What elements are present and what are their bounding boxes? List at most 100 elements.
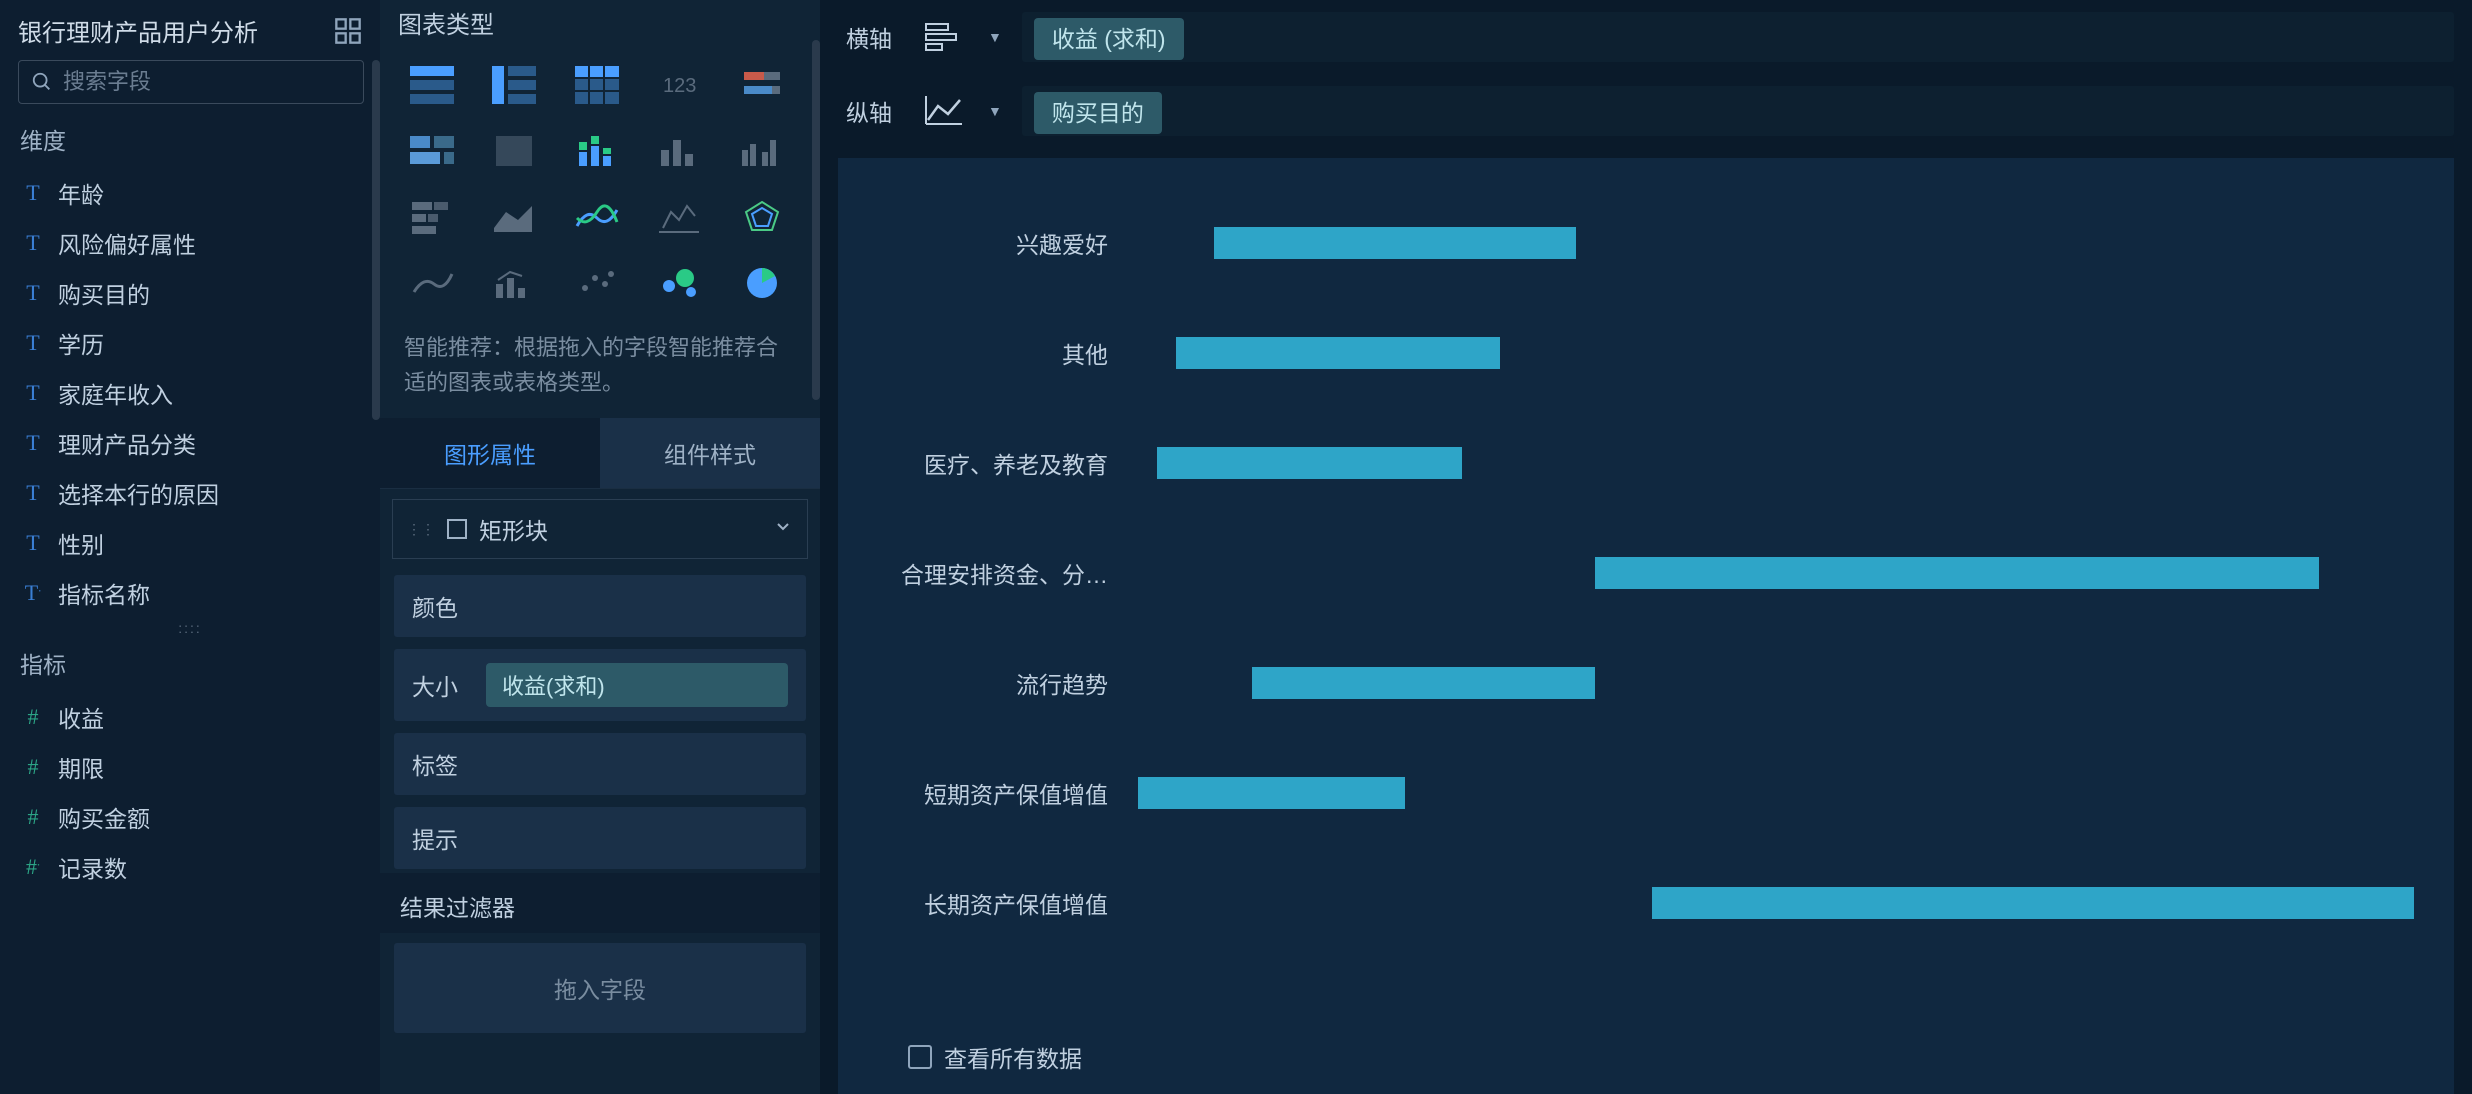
resize-handle[interactable]: :::: [0, 618, 380, 638]
bar[interactable] [1214, 227, 1576, 259]
dimension-item[interactable]: T学历 [10, 318, 370, 368]
metric-item[interactable]: #收益 [10, 692, 370, 742]
chart-hint-text: 智能推荐：根据拖入的字段智能推荐合适的图表或表格类型。 [380, 322, 820, 418]
x-axis-type-icon[interactable] [920, 17, 968, 57]
text-type-icon: T [22, 530, 44, 556]
metric-item[interactable]: #期限 [10, 742, 370, 792]
view-all-data-row[interactable]: 查看所有数据 [878, 1022, 2414, 1074]
bar[interactable] [1157, 447, 1462, 479]
x-axis-field-container[interactable]: 收益 (求和) [1022, 12, 2454, 62]
chart-type-area[interactable] [490, 196, 538, 238]
bar[interactable] [1252, 667, 1595, 699]
chart-type-kpi[interactable]: 123 [655, 64, 703, 106]
dimension-item[interactable]: T性别 [10, 518, 370, 568]
dimension-item[interactable]: T.指标名称 [10, 568, 370, 618]
search-input[interactable] [63, 69, 351, 95]
chart-type-table-cross[interactable] [490, 64, 538, 106]
sidebar-scrollbar[interactable] [372, 60, 380, 640]
chart-type-map[interactable] [490, 130, 538, 172]
chart-type-line[interactable] [408, 262, 456, 304]
y-axis-label: 纵轴 [838, 94, 900, 128]
size-field-pill[interactable]: 收益(求和) [486, 663, 788, 707]
bar-track [1138, 887, 2414, 919]
chart-type-bar-stacked[interactable] [408, 196, 456, 238]
text-type-icon: T [22, 430, 44, 456]
metric-item[interactable]: #购买金额 [10, 792, 370, 842]
bar-category-label: 医疗、养老及教育 [878, 446, 1138, 480]
number-type-icon: # [22, 804, 44, 830]
color-property-row[interactable]: 颜色 [394, 575, 806, 637]
dimension-item[interactable]: T选择本行的原因 [10, 468, 370, 518]
bar-track [1138, 227, 2414, 259]
drag-handle-icon[interactable]: ⋮⋮ [407, 521, 435, 538]
text-type-icon: T [22, 380, 44, 406]
dimension-item[interactable]: T理财产品分类 [10, 418, 370, 468]
chart-bar-row: 短期资产保值增值 [878, 738, 2414, 848]
chart-type-pie[interactable] [738, 262, 786, 304]
tooltip-property-row[interactable]: 提示 [394, 807, 806, 869]
bar-category-label: 短期资产保值增值 [878, 776, 1138, 810]
chart-type-radar[interactable] [738, 196, 786, 238]
bar-category-label: 其他 [878, 336, 1138, 370]
dimension-item[interactable]: T家庭年收入 [10, 368, 370, 418]
size-property-row[interactable]: 大小 收益(求和) [394, 649, 806, 721]
dimension-item[interactable]: T购买目的 [10, 268, 370, 318]
number-type-icon: # [22, 704, 44, 730]
bar-category-label: 长期资产保值增值 [878, 886, 1138, 920]
chart-type-waterfall[interactable] [655, 196, 703, 238]
metrics-list: #收益 #期限 #购买金额 #.记录数 [0, 692, 380, 892]
x-axis-label: 横轴 [838, 20, 900, 54]
chevron-down-icon[interactable]: ▼ [988, 103, 1002, 119]
bar-track [1138, 777, 2414, 809]
dimension-item[interactable]: T风险偏好属性 [10, 218, 370, 268]
dimensions-header: 维度 [0, 122, 380, 168]
shape-selector[interactable]: ⋮⋮ 矩形块 [392, 499, 808, 559]
chart-type-column[interactable] [655, 130, 703, 172]
tab-component-style[interactable]: 组件样式 [600, 418, 820, 488]
number-type-icon: # [22, 754, 44, 780]
chart-bar-row: 医疗、养老及教育 [878, 408, 2414, 518]
chart-type-scatter[interactable] [573, 262, 621, 304]
y-axis-field-pill[interactable]: 购买目的 [1034, 92, 1162, 134]
bar[interactable] [1138, 777, 1405, 809]
bar[interactable] [1595, 557, 2319, 589]
chart-type-combo[interactable] [490, 262, 538, 304]
chart-bar-row: 长期资产保值增值 [878, 848, 2414, 958]
config-tabs: 图形属性 组件样式 [380, 418, 820, 489]
view-all-checkbox[interactable] [908, 1045, 932, 1069]
search-field-box[interactable] [18, 60, 364, 104]
view-all-label: 查看所有数据 [944, 1040, 1082, 1074]
text-type-icon: T [22, 230, 44, 256]
chart-type-partition[interactable] [408, 130, 456, 172]
chart-type-column-group[interactable] [738, 130, 786, 172]
bar-track [1138, 447, 2414, 479]
fields-sidebar: 银行理财产品用户分析 + 维度 T年龄 T风险偏好属性 T购买目的 T学历 T家… [0, 0, 380, 1094]
chart-bar-row: 合理安排资金、分… [878, 518, 2414, 628]
filter-drop-zone[interactable]: 拖入字段 [394, 943, 806, 1033]
tab-graphic-properties[interactable]: 图形属性 [380, 418, 600, 488]
chart-type-line-multi[interactable] [573, 196, 621, 238]
label-property-row[interactable]: 标签 [394, 733, 806, 795]
bar[interactable] [1652, 887, 2414, 919]
x-axis-field-pill[interactable]: 收益 (求和) [1034, 18, 1184, 60]
y-axis-field-container[interactable]: 购买目的 [1022, 86, 2454, 136]
config-scrollbar[interactable] [812, 40, 820, 400]
search-icon [31, 71, 53, 93]
chevron-down-icon[interactable]: ▼ [988, 29, 1002, 45]
y-axis-type-icon[interactable] [920, 91, 968, 131]
metrics-header: 指标 [0, 646, 380, 692]
metric-item[interactable]: #.记录数 [10, 842, 370, 892]
chart-bar-row: 其他 [878, 298, 2414, 408]
chart-type-bubble[interactable] [655, 262, 703, 304]
chart-type-table-detail[interactable] [573, 64, 621, 106]
chevron-down-icon[interactable] [773, 516, 793, 542]
text-type-icon: T [22, 280, 44, 306]
chart-type-grid: 123 [380, 52, 820, 322]
chart-type-gauge[interactable] [738, 64, 786, 106]
chart-type-table-group[interactable] [408, 64, 456, 106]
chart-canvas: 兴趣爱好其他医疗、养老及教育合理安排资金、分…流行趋势短期资产保值增值长期资产保… [838, 158, 2454, 1094]
bar[interactable] [1176, 337, 1500, 369]
dimension-item[interactable]: T年龄 [10, 168, 370, 218]
layout-toggle-icon[interactable] [334, 17, 362, 45]
chart-type-column-stacked[interactable] [573, 130, 621, 172]
